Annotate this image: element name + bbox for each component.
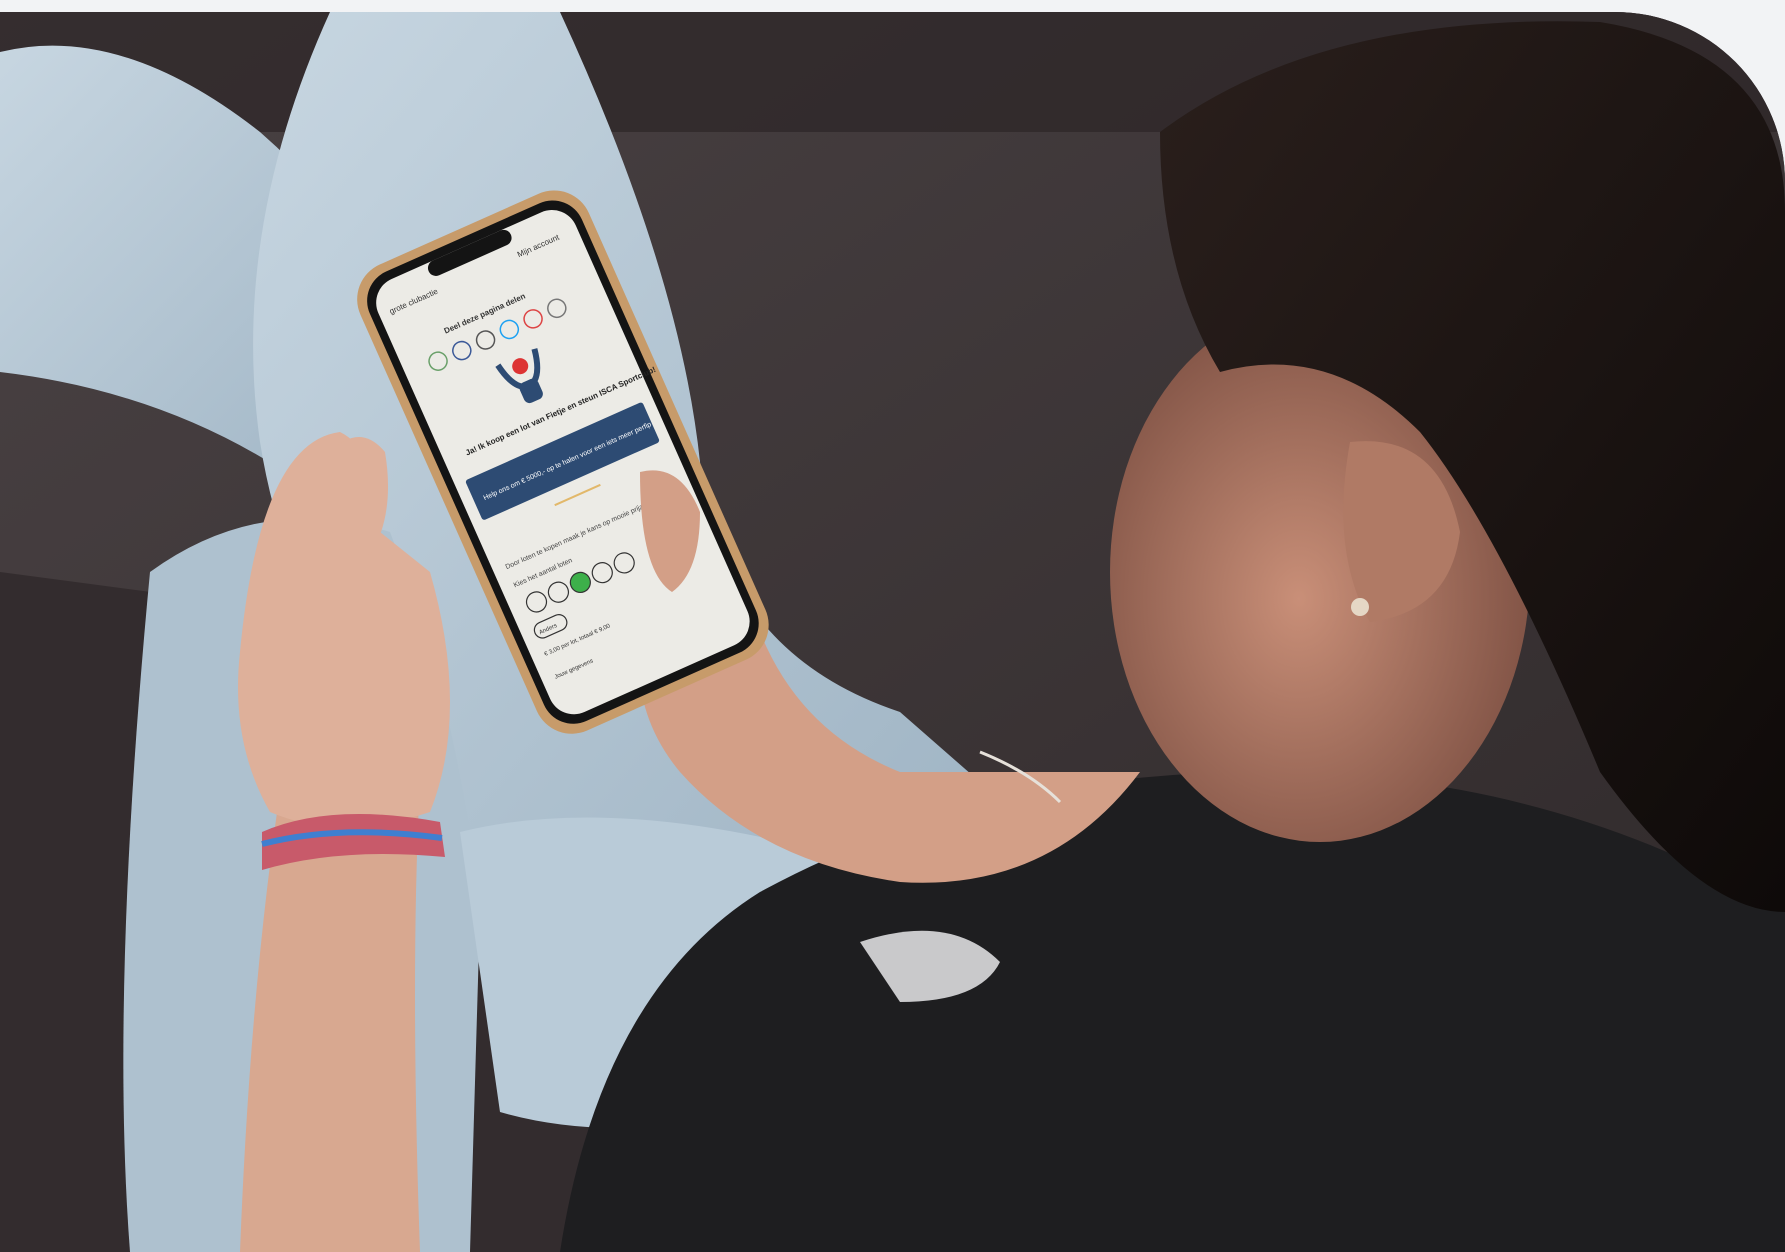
photo-scene: grote clubactie Mijn account Deel deze p…	[0, 12, 1785, 1252]
photo-frame: grote clubactie Mijn account Deel deze p…	[0, 12, 1785, 1252]
earring	[1351, 598, 1369, 616]
